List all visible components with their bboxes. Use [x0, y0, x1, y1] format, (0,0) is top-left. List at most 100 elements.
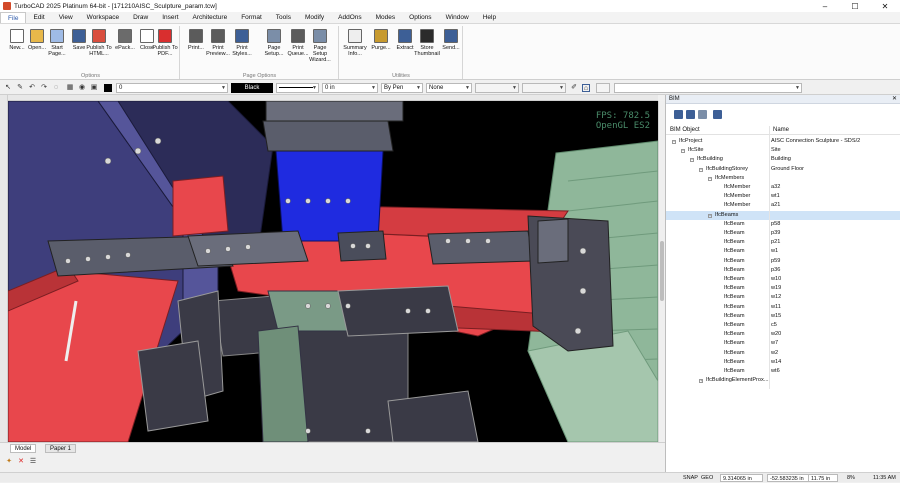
column-bim-object[interactable]: BIM Object: [670, 126, 700, 135]
blend-select[interactable]: ▼: [522, 83, 566, 93]
menu-modes[interactable]: Modes: [369, 12, 403, 23]
bim-tree-row[interactable]: IfcMember wt1: [666, 192, 900, 201]
page-setup-button[interactable]: Page Setup...: [261, 29, 287, 57]
line-type-select[interactable]: By Pen ▼: [381, 83, 423, 93]
collapse-icon[interactable]: −: [672, 140, 676, 144]
cancel-icon[interactable]: ✕: [17, 458, 25, 466]
publish-html-button[interactable]: Publish To HTML...: [86, 29, 112, 57]
collapse-icon[interactable]: −: [690, 158, 694, 163]
bim-tree-row[interactable]: − IfcBeams: [666, 210, 900, 220]
page-wizard-button[interactable]: Page Setup Wizard...: [307, 29, 333, 63]
bim-tree-row[interactable]: IfcMember a32: [666, 183, 900, 192]
bim-tree-row[interactable]: IfcBeam w12: [666, 293, 900, 302]
menu-draw[interactable]: Draw: [126, 12, 155, 23]
snap-indicator[interactable]: SNAP: [683, 474, 698, 482]
menu-help[interactable]: Help: [476, 12, 503, 23]
undo-icon[interactable]: ↶: [28, 84, 36, 92]
menu-file[interactable]: File: [0, 12, 27, 23]
bim-tree-row[interactable]: IfcBeam p39: [666, 229, 900, 238]
bim-tree-row[interactable]: − IfcMembers: [666, 174, 900, 183]
bim-tree-row[interactable]: IfcBeam w19: [666, 284, 900, 293]
bim-assign-icon[interactable]: [674, 110, 683, 119]
bim-tree-row[interactable]: IfcBeam c5: [666, 321, 900, 330]
bim-tree-row[interactable]: IfcBeam w15: [666, 312, 900, 321]
bim-tree-row[interactable]: IfcBeam w7: [666, 339, 900, 348]
lock-icon[interactable]: ▣: [90, 84, 98, 92]
line-style-select[interactable]: ▼: [276, 83, 319, 93]
transparency-select[interactable]: ▼: [475, 83, 519, 93]
pen-color-select[interactable]: Black: [231, 83, 273, 93]
menu-modify[interactable]: Modify: [298, 12, 331, 23]
panel-close-icon[interactable]: ✕: [892, 95, 897, 104]
tab-paper-1[interactable]: Paper 1: [45, 444, 77, 453]
print-preview-button[interactable]: Print Preview...: [205, 29, 231, 57]
bim-tree-row[interactable]: IfcBeam p36: [666, 266, 900, 275]
column-name[interactable]: Name: [773, 126, 789, 135]
geo-indicator[interactable]: GEO: [701, 474, 713, 482]
thumbnail-button[interactable]: Store Thumbnail: [414, 29, 440, 57]
viewport-scrollbar[interactable]: [658, 101, 665, 442]
bim-export-icon[interactable]: [686, 110, 695, 119]
menu-architecture[interactable]: Architecture: [186, 12, 235, 23]
match-properties-icon[interactable]: ⌂: [582, 84, 590, 92]
collapse-icon[interactable]: −: [699, 167, 703, 172]
bim-properties-icon[interactable]: [713, 110, 722, 119]
inspector-tool-icon[interactable]: ✦: [5, 458, 13, 466]
purge-button[interactable]: Purge...: [368, 29, 394, 51]
list-icon[interactable]: ☰: [29, 458, 37, 466]
send-mail-button[interactable]: Send...: [438, 29, 464, 51]
bim-tree-row[interactable]: IfcBeam w11: [666, 303, 900, 312]
small-select[interactable]: [596, 83, 610, 93]
bim-import-icon[interactable]: [698, 110, 707, 119]
bim-tree-row[interactable]: IfcBeam w20: [666, 330, 900, 339]
maximize-button[interactable]: ☐: [840, 0, 870, 12]
fill-select[interactable]: None ▼: [426, 83, 472, 93]
bim-tree-row[interactable]: IfcBeam w10: [666, 275, 900, 284]
color-swatch-icon[interactable]: [104, 84, 112, 92]
summary-button[interactable]: Summary Info...: [342, 29, 368, 57]
menu-view[interactable]: View: [52, 12, 80, 23]
bim-tree-row[interactable]: + IfcBuildingElementProx...: [666, 376, 900, 385]
bim-tree-row[interactable]: IfcBeam w1: [666, 247, 900, 256]
scrollbar-thumb[interactable]: [660, 241, 664, 301]
eyedropper-icon[interactable]: ✐: [570, 84, 578, 92]
select-arrow-icon[interactable]: ↖: [4, 84, 12, 92]
close-window-button[interactable]: ✕: [870, 0, 900, 12]
tab-model[interactable]: Model: [10, 444, 37, 453]
menu-edit[interactable]: Edit: [26, 12, 51, 23]
bim-tree-row[interactable]: IfcBeam p59: [666, 257, 900, 266]
expand-icon[interactable]: +: [699, 379, 703, 384]
bim-tree-row[interactable]: − IfcBuilding Building: [666, 155, 900, 164]
bim-tree-row[interactable]: IfcBeam wt6: [666, 367, 900, 376]
bim-tree-row[interactable]: − IfcBuildingStorey Ground Floor: [666, 165, 900, 174]
bim-tree-row[interactable]: − IfcSite Site: [666, 146, 900, 155]
pen-width-select[interactable]: 0 in ▼: [322, 83, 378, 93]
layer-select[interactable]: 0 ▼: [116, 83, 228, 93]
bim-tree-row[interactable]: IfcBeam w14: [666, 358, 900, 367]
menu-addons[interactable]: AddOns: [331, 12, 369, 23]
collapse-icon[interactable]: −: [681, 149, 685, 154]
pdf-button[interactable]: Publish To PDF...: [152, 29, 178, 57]
drawing-viewport[interactable]: FPS: 782.5 OpenGL ES2: [8, 101, 658, 442]
layer-manager-icon[interactable]: ▦: [66, 84, 74, 92]
edit-tool-icon[interactable]: ✎: [16, 84, 24, 92]
menu-insert[interactable]: Insert: [155, 12, 185, 23]
lasso-icon[interactable]: ◌: [52, 84, 60, 92]
print-styles-button[interactable]: Print Styles...: [229, 29, 255, 57]
bim-tree-row[interactable]: − IfcProject AISC Connection Sculpture - S…: [666, 137, 900, 146]
bim-tree-row[interactable]: IfcBeam w2: [666, 349, 900, 358]
bim-tree-row[interactable]: IfcBeam p58: [666, 220, 900, 229]
menu-tools[interactable]: Tools: [269, 12, 298, 23]
command-select[interactable]: ▼: [614, 83, 802, 93]
bim-tree-row[interactable]: IfcMember a21: [666, 201, 900, 210]
visibility-eye-icon[interactable]: ◉: [78, 84, 86, 92]
bim-tree-row[interactable]: IfcBeam p21: [666, 238, 900, 247]
menu-window[interactable]: Window: [439, 12, 476, 23]
minimize-button[interactable]: –: [810, 0, 840, 12]
collapse-icon[interactable]: −: [708, 176, 712, 181]
menu-format[interactable]: Format: [234, 12, 269, 23]
redo-icon[interactable]: ↷: [40, 84, 48, 92]
collapse-icon[interactable]: −: [708, 213, 712, 218]
menu-options[interactable]: Options: [402, 12, 438, 23]
menu-workspace[interactable]: Workspace: [80, 12, 126, 23]
